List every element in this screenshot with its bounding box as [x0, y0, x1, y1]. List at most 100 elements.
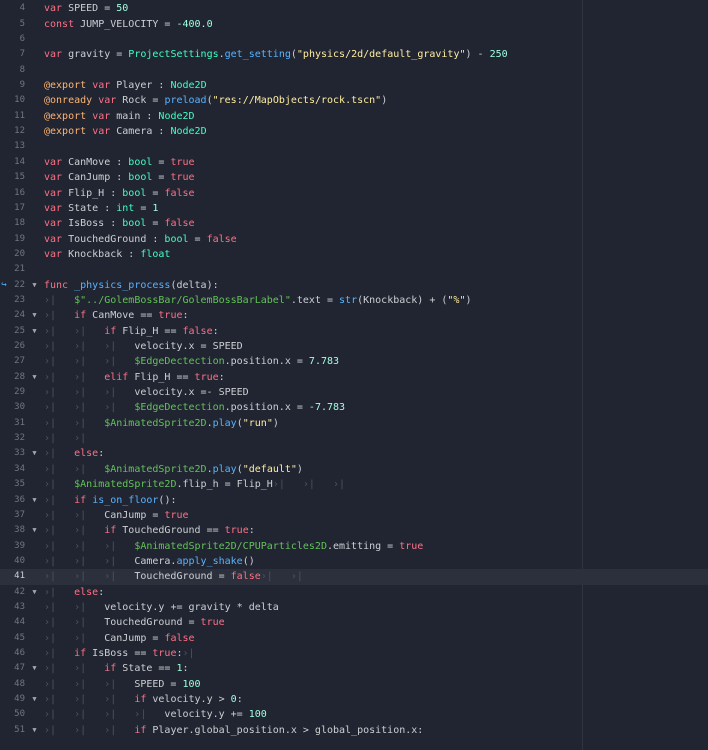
code-token: _physics_process [74, 279, 171, 291]
code-line[interactable]: 8 [0, 63, 708, 78]
line-number: 29 [14, 387, 25, 398]
code-text: ›| else: [44, 446, 104, 461]
code-line[interactable]: 47 ▼ ›| ›| if State == 1: [0, 661, 708, 676]
code-line[interactable]: 34 ›| ›| $AnimatedSprite2D.play("default"… [0, 462, 708, 477]
chevron-down-icon[interactable]: ▼ [30, 692, 39, 707]
code-text: func _physics_process(delta): [44, 278, 219, 293]
code-token: (Knockback) + ( [357, 294, 448, 306]
chevron-down-icon[interactable]: ▼ [30, 661, 39, 676]
code-text: ›| ›| ›| $AnimatedSprite2D/CPUParticles2… [44, 539, 423, 554]
code-line[interactable]: 32 ›| ›| [0, 431, 708, 446]
code-token: str [339, 294, 358, 306]
code-line[interactable]: 50 ›| ›| ›| ›| velocity.y += 100 [0, 707, 708, 722]
chevron-down-icon[interactable]: ▼ [30, 585, 39, 600]
code-line[interactable]: 4 var SPEED = 50 [0, 1, 708, 16]
code-token: gravity = [62, 49, 129, 61]
tab-indicator: ›| ›| ›| [44, 402, 135, 414]
code-line[interactable]: 7 var gravity = ProjectSettings.get_setti… [0, 47, 708, 62]
code-line[interactable]: 26 ›| ›| ›| velocity.x = SPEED [0, 339, 708, 354]
code-line[interactable]: 18 var IsBoss : bool = false [0, 216, 708, 231]
code-text: var TouchedGround : bool = false [44, 232, 237, 247]
code-line[interactable]: 48 ›| ›| ›| SPEED = 100 [0, 677, 708, 692]
code-line[interactable]: 17 var State : int = 1 [0, 201, 708, 216]
code-line[interactable]: 14 var CanMove : bool = true [0, 155, 708, 170]
code-line[interactable]: 28 ▼ ›| ›| elif Flip_H == true: [0, 370, 708, 385]
code-line[interactable]: 19 var TouchedGround : bool = false [0, 232, 708, 247]
code-line[interactable]: 20 var Knockback : float [0, 247, 708, 262]
line-number: 24 [14, 310, 25, 321]
line-number: 31 [14, 417, 25, 428]
code-line[interactable]: 6 [0, 32, 708, 47]
code-token: if [134, 724, 147, 736]
code-line[interactable]: 35 ›| $AnimatedSprite2D.flip_h = Flip_H›|… [0, 477, 708, 492]
code-editor[interactable]: 4 var SPEED = 50 5 const JUMP_VELOCITY = -4… [0, 0, 708, 750]
executing-arrow-icon: ↪ [1, 279, 7, 290]
code-line[interactable]: 16 var Flip_H : bool = false [0, 186, 708, 201]
tab-indicator: ›| [44, 586, 75, 598]
code-line[interactable]: 46 ›| if IsBoss == true:›| [0, 646, 708, 661]
code-line[interactable]: 36 ▼ ›| if is_on_floor(): [0, 493, 708, 508]
code-token: ) [296, 463, 303, 475]
chevron-down-icon[interactable]: ▼ [30, 446, 39, 461]
code-line[interactable]: 42 ▼ ›| else: [0, 585, 708, 600]
code-line[interactable]: 44 ›| ›| TouchedGround = true [0, 615, 708, 630]
code-line[interactable]: 24 ▼ ›| if CanMove == true: [0, 308, 708, 323]
tab-indicator: ›| [44, 494, 75, 506]
line-number: 51 [14, 724, 25, 735]
code-line[interactable]: 23 ›| $"../GolemBossBar/GolemBossBarLabel… [0, 293, 708, 308]
chevron-down-icon[interactable]: ▼ [30, 523, 39, 538]
code-token: ) [272, 417, 279, 429]
code-line[interactable]: 41 ›| ›| ›| TouchedGround = false›| ›| [0, 569, 708, 585]
code-line[interactable]: ↪ 22 ▼ func _physics_process(delta): [0, 278, 708, 293]
code-line[interactable]: 5 const JUMP_VELOCITY = -400.0 [0, 17, 708, 32]
tab-indicator: ›| [44, 648, 75, 660]
code-line[interactable]: 39 ›| ›| ›| $AnimatedSprite2D/CPUParticle… [0, 539, 708, 554]
code-token: float [140, 248, 171, 260]
code-token: ) [381, 95, 388, 107]
line-number: 14 [14, 156, 25, 167]
code-token: if [74, 648, 87, 660]
line-number: 23 [14, 294, 25, 305]
code-line[interactable]: 13 [0, 139, 708, 154]
code-line[interactable]: 11 @export var main : Node2D [0, 109, 708, 124]
code-line[interactable]: 43 ›| ›| velocity.y += gravity * delta [0, 600, 708, 615]
code-line[interactable]: 38 ▼ ›| ›| if TouchedGround == true: [0, 523, 708, 538]
code-line[interactable]: 31 ›| ›| $AnimatedSprite2D.play("run") [0, 416, 708, 431]
code-line[interactable]: 40 ›| ›| ›| Camera.apply_shake() [0, 554, 708, 569]
code-line[interactable]: 30 ›| ›| ›| $EdgeDectection.position.x = … [0, 400, 708, 415]
code-text: ›| ›| ›| SPEED = 100 [44, 677, 201, 692]
code-line[interactable]: 15 var CanJump : bool = true [0, 170, 708, 185]
tab-indicator: ›| ›| ›| [44, 724, 135, 736]
code-token: "physics/2d/default_gravity" [296, 49, 466, 61]
code-line[interactable]: 49 ▼ ›| ›| ›| if velocity.y > 0: [0, 692, 708, 707]
code-line[interactable]: 33 ▼ ›| else: [0, 446, 708, 461]
code-line[interactable]: 25 ▼ ›| ›| if Flip_H == false: [0, 324, 708, 339]
code-token: = [152, 172, 171, 184]
line-number: 21 [14, 264, 25, 275]
code-line[interactable]: 12 @export var Camera : Node2D [0, 124, 708, 139]
chevron-down-icon[interactable]: ▼ [30, 493, 39, 508]
code-line[interactable]: 29 ›| ›| ›| velocity.x =- SPEED [0, 385, 708, 400]
code-line[interactable]: 45 ›| ›| CanJump = false [0, 631, 708, 646]
chevron-down-icon[interactable]: ▼ [30, 324, 39, 339]
chevron-down-icon[interactable]: ▼ [30, 278, 39, 293]
chevron-down-icon[interactable]: ▼ [30, 308, 39, 323]
code-line[interactable]: 21 [0, 262, 708, 277]
line-number: 49 [14, 694, 25, 705]
code-token: State == [116, 663, 177, 675]
code-text: var Flip_H : bool = false [44, 186, 195, 201]
code-token: if [104, 663, 117, 675]
code-token: velocity.y += [164, 709, 249, 721]
code-token: Node2D [170, 80, 207, 92]
code-line[interactable]: 9 @export var Player : Node2D [0, 78, 708, 93]
tab-indicator: ›| ›| [44, 325, 105, 337]
code-line[interactable]: 27 ›| ›| ›| $EdgeDectection.position.x = … [0, 354, 708, 369]
chevron-down-icon[interactable]: ▼ [30, 723, 39, 738]
chevron-down-icon[interactable]: ▼ [30, 370, 39, 385]
code-token: : [182, 663, 189, 675]
code-line[interactable]: 51 ▼ ›| ›| ›| if Player.global_position.x … [0, 723, 708, 738]
line-number: 20 [14, 248, 25, 259]
code-line[interactable]: 10 @onready var Rock = preload("res://Map… [0, 93, 708, 108]
code-line[interactable]: 37 ›| ›| CanJump = true [0, 508, 708, 523]
code-token: Flip_H == [128, 371, 195, 383]
